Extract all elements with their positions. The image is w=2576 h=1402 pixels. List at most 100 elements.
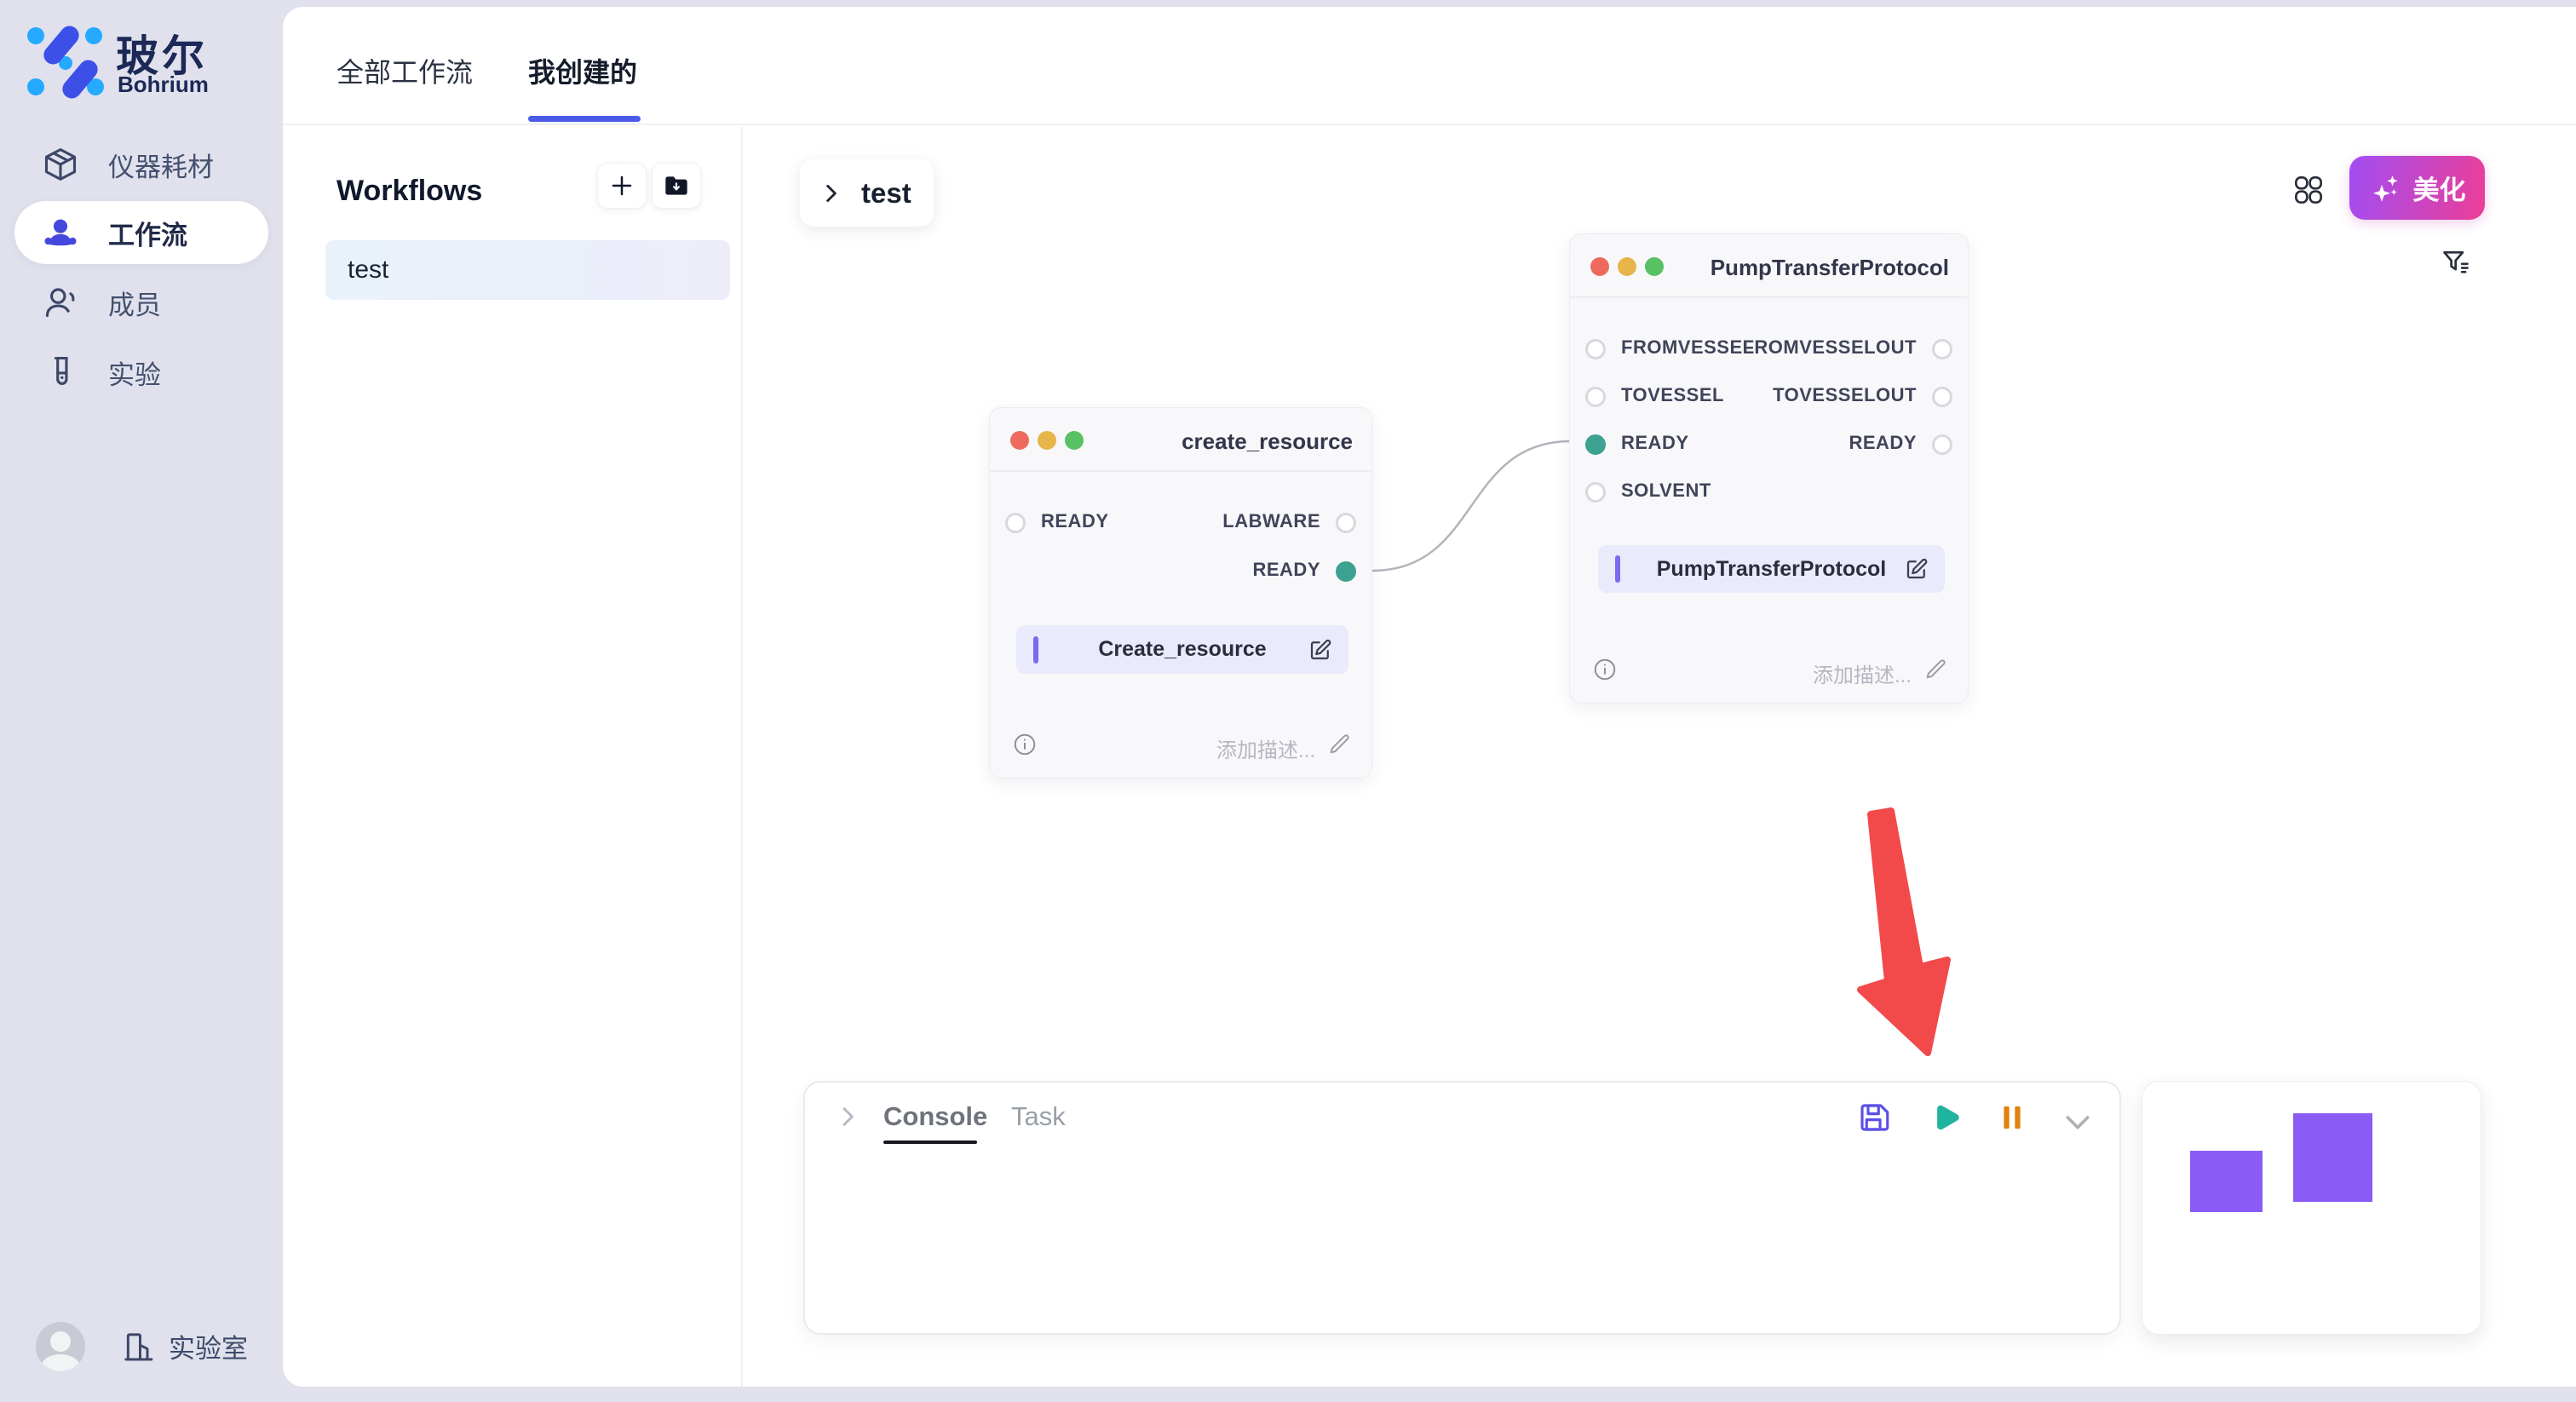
breadcrumb-label: test xyxy=(861,177,911,210)
edit-icon[interactable] xyxy=(1308,637,1333,663)
port-label: LABWARE xyxy=(1222,510,1320,532)
minimap[interactable] xyxy=(2142,1081,2481,1335)
input-port-ready[interactable] xyxy=(1005,513,1026,533)
port-row: TOVESSEL TOVESSELOUT xyxy=(1570,377,1968,417)
collapse-chevron-down-icon[interactable] xyxy=(2061,1105,2095,1139)
port-label: TOVESSEL xyxy=(1621,384,1724,406)
port-label: READY xyxy=(1849,432,1917,454)
port-label: READY xyxy=(1041,510,1109,532)
input-port-solvent[interactable] xyxy=(1585,482,1606,503)
lab-switcher[interactable]: 实验室 xyxy=(121,1327,248,1365)
sparkles-icon xyxy=(2369,171,2403,205)
edit-icon[interactable] xyxy=(1904,556,1929,582)
tab-task[interactable]: Task xyxy=(1011,1101,1066,1132)
tab-created-by-me[interactable]: 我创建的 xyxy=(528,51,637,90)
tab-console[interactable]: Console xyxy=(883,1101,987,1132)
sidebar-footer: 实验室 xyxy=(0,1320,283,1375)
add-workflow-button[interactable] xyxy=(597,163,647,209)
sidebar-item-instruments[interactable]: 仪器耗材 xyxy=(14,133,268,196)
tab-all-workflows[interactable]: 全部工作流 xyxy=(336,51,473,90)
port-label: TOVESSELOUT xyxy=(1773,384,1917,406)
info-icon[interactable] xyxy=(1592,657,1618,682)
port-row: READY READY xyxy=(1570,425,1968,464)
action-accent-bar xyxy=(1033,636,1038,664)
output-port-ready[interactable] xyxy=(1932,434,1952,455)
sidebar-item-label: 实验 xyxy=(108,353,161,392)
info-icon[interactable] xyxy=(1012,732,1038,757)
traffic-dot-red xyxy=(1590,257,1609,276)
port-label: FROMVESSELOUT xyxy=(1742,336,1917,359)
console-tab-underline xyxy=(883,1141,977,1144)
console-panel: Console Task xyxy=(803,1081,2121,1335)
description-placeholder[interactable]: 添加描述... xyxy=(1813,658,1912,688)
breadcrumb[interactable]: test xyxy=(800,159,934,227)
workflow-list-item[interactable]: test xyxy=(325,240,730,300)
sidebar-item-experiment[interactable]: 实验 xyxy=(14,341,268,404)
package-icon xyxy=(42,146,79,183)
node-title: PumpTransferProtocol xyxy=(1711,255,1949,281)
node-action-label: PumpTransferProtocol xyxy=(1598,557,1945,582)
avatar[interactable] xyxy=(36,1322,85,1371)
plus-icon xyxy=(609,173,635,198)
pencil-icon[interactable] xyxy=(1327,733,1351,756)
output-port-fromvesselout[interactable] xyxy=(1932,339,1952,359)
sidebar: 玻尔 Bohrium 仪器耗材 工作流 成员 实验 xyxy=(0,0,283,1402)
chevron-right-icon xyxy=(820,182,842,204)
pencil-icon[interactable] xyxy=(1923,658,1947,681)
sidebar-item-label: 仪器耗材 xyxy=(108,146,214,184)
bohrium-logo-icon xyxy=(26,20,104,102)
output-port-labware[interactable] xyxy=(1336,513,1356,533)
building-icon xyxy=(121,1330,155,1364)
traffic-dot-red xyxy=(1010,431,1029,450)
lab-label: 实验室 xyxy=(169,1327,248,1365)
output-port-ready[interactable] xyxy=(1336,561,1356,582)
save-icon[interactable] xyxy=(1856,1100,1892,1135)
brand-name-en: Bohrium xyxy=(118,72,209,98)
members-icon xyxy=(42,284,79,321)
play-icon[interactable] xyxy=(1926,1100,1962,1135)
input-port-fromvessel[interactable] xyxy=(1585,339,1606,359)
node-action-button[interactable]: Create_resource xyxy=(1016,625,1348,674)
node-pump-transfer-protocol[interactable]: PumpTransferProtocol FROMVESSEL FROMVESS… xyxy=(1569,233,1969,704)
sidebar-item-members[interactable]: 成员 xyxy=(14,271,268,334)
port-label: READY xyxy=(1621,432,1689,454)
console-expand-chevron-icon[interactable] xyxy=(834,1103,861,1130)
workflow-canvas[interactable]: test 美化 create_resou xyxy=(743,127,2576,1387)
port-row: READY xyxy=(990,552,1371,591)
import-workflow-button[interactable] xyxy=(652,163,701,209)
node-header[interactable]: create_resource xyxy=(990,408,1371,472)
filter-icon[interactable] xyxy=(2440,247,2472,279)
description-placeholder[interactable]: 添加描述... xyxy=(1216,733,1315,763)
minimap-node-create-resource xyxy=(2190,1151,2263,1212)
action-accent-bar xyxy=(1615,555,1620,583)
port-label: FROMVESSEL xyxy=(1621,336,1755,359)
port-row: SOLVENT xyxy=(1570,473,1968,512)
main-panel: 全部工作流 我创建的 Workflows test test xyxy=(283,7,2576,1387)
output-port-tovesselout[interactable] xyxy=(1932,387,1952,407)
port-row: READY LABWARE xyxy=(990,503,1371,543)
traffic-dot-yellow xyxy=(1038,431,1056,450)
apps-grid-icon[interactable] xyxy=(2291,173,2326,207)
port-label: READY xyxy=(1252,559,1320,581)
traffic-dot-green xyxy=(1065,431,1084,450)
sidebar-item-label: 成员 xyxy=(108,284,161,322)
brand: 玻尔 Bohrium xyxy=(26,20,273,102)
traffic-dot-green xyxy=(1645,257,1664,276)
sidebar-item-label: 工作流 xyxy=(108,214,187,252)
beautify-label: 美化 xyxy=(2413,169,2466,207)
input-port-tovessel[interactable] xyxy=(1585,387,1606,407)
pause-icon[interactable] xyxy=(1994,1100,2030,1135)
sidebar-item-workflow[interactable]: 工作流 xyxy=(14,201,268,264)
workflows-panel-title: Workflows xyxy=(336,175,482,208)
input-port-ready[interactable] xyxy=(1585,434,1606,455)
workflows-panel: Workflows test xyxy=(283,127,743,1387)
node-create-resource[interactable]: create_resource READY LABWARE READY Crea… xyxy=(989,407,1372,779)
node-footer: 添加描述... xyxy=(1570,653,1968,687)
tabs-bar: 全部工作流 我创建的 xyxy=(283,7,2576,125)
node-header[interactable]: PumpTransferProtocol xyxy=(1570,234,1968,298)
port-label: SOLVENT xyxy=(1621,480,1711,502)
workflow-icon xyxy=(42,214,79,251)
beautify-button[interactable]: 美化 xyxy=(2349,156,2485,220)
node-action-button[interactable]: PumpTransferProtocol xyxy=(1598,545,1945,593)
active-tab-underline xyxy=(528,116,641,122)
